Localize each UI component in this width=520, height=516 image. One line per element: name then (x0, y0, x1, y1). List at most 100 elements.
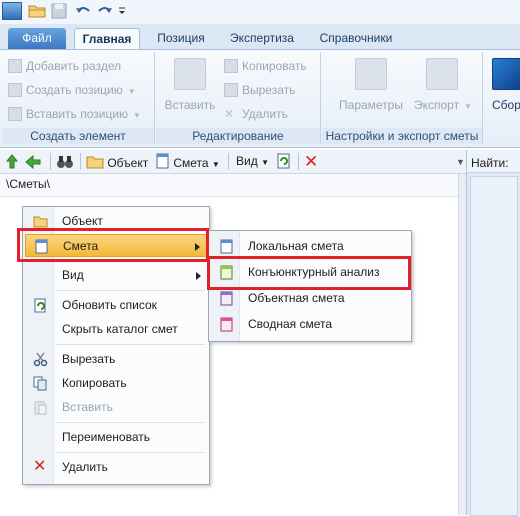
menu-item-label: Удалить (62, 460, 108, 474)
local-estimate-icon (220, 239, 233, 254)
menu-item-hide-catalog[interactable]: Скрыть каталог смет (25, 318, 207, 341)
ribbon: Добавить раздел Создать позицию ▼ Вставит… (0, 49, 520, 148)
submenu-item-object-estimate[interactable]: Объектная смета (211, 287, 409, 310)
save-icon[interactable] (50, 2, 68, 20)
chevron-down-icon: ▼ (261, 158, 269, 167)
submenu-arrow-icon (196, 272, 201, 280)
folder-icon (33, 216, 48, 228)
delete-label: Удалить (242, 107, 288, 121)
copy-icon (33, 376, 47, 391)
tab-position[interactable]: Позиция (146, 28, 216, 49)
create-position-icon (8, 83, 22, 97)
menu-item-copy[interactable]: Копировать (25, 372, 207, 395)
tab-references[interactable]: Справочники (310, 28, 402, 49)
delete-x-icon: ✕ (33, 458, 47, 475)
menu-item-label: Вставить (62, 400, 113, 414)
menu-item-paste[interactable]: Вставить (25, 396, 207, 419)
cut-label: Вырезать (242, 83, 296, 97)
undo-icon[interactable] (74, 2, 92, 20)
annotation-highlight-estimate (17, 228, 209, 262)
add-section-button[interactable]: Добавить раздел (8, 56, 121, 76)
export-button[interactable]: Экспорт ▼ (414, 56, 473, 112)
document-icon (156, 153, 169, 169)
toolbar-separator (50, 153, 51, 170)
cut-icon (224, 83, 238, 97)
redo-icon[interactable] (96, 2, 114, 20)
ribbon-group-create: Добавить раздел Создать позицию ▼ Вставит… (2, 52, 155, 145)
paste-button[interactable]: Вставить (162, 56, 218, 112)
toolbar-separator (298, 153, 299, 170)
submenu-item-summary-estimate[interactable]: Сводная смета (211, 313, 409, 336)
menu-item-label: Переименовать (62, 430, 150, 444)
menu-item-label: Скрыть каталог смет (62, 322, 178, 336)
menu-item-view[interactable]: Вид (25, 264, 207, 287)
delete-x-icon: ✕ (224, 107, 235, 121)
menu-item-refresh-list[interactable]: Обновить список (25, 294, 207, 317)
scissors-icon (33, 352, 48, 367)
refresh-icon[interactable] (276, 152, 292, 171)
tab-expertise[interactable]: Экспертиза (222, 28, 302, 49)
menu-item-cut[interactable]: Вырезать (25, 348, 207, 371)
view-dropdown[interactable]: Вид ▼ (236, 152, 269, 171)
menu-item-label: Обновить список (62, 298, 157, 312)
insert-position-label: Вставить позицию (26, 107, 129, 121)
menu-item-rename[interactable]: Переименовать (25, 426, 207, 449)
copy-icon (224, 59, 238, 73)
menu-separator (55, 290, 205, 291)
chevron-down-icon: ▼ (211, 160, 220, 169)
estimate-dropdown[interactable]: Смета ▼ (156, 152, 220, 171)
delete-x-icon[interactable]: ✕ (304, 152, 318, 171)
binoculars-icon[interactable] (56, 152, 74, 171)
ribbon-group-collection: Сбор (484, 52, 520, 145)
menu-separator (55, 422, 205, 423)
group-caption-settings: Настройки и экспорт сметы (322, 128, 482, 144)
delete-button-ribbon[interactable]: ✕ Удалить (224, 104, 288, 124)
submenu-item-local-estimate[interactable]: Локальная смета (211, 235, 409, 258)
menu-separator (55, 452, 205, 453)
insert-position-button[interactable]: Вставить позицию ▼ (8, 104, 141, 124)
add-section-icon (8, 59, 22, 73)
up-arrow-icon[interactable] (5, 152, 19, 171)
customize-dropdown-icon[interactable] (117, 2, 127, 20)
tab-home[interactable]: Главная (74, 28, 140, 50)
object-button-label: Объект (107, 156, 149, 170)
tab-file[interactable]: Файл (8, 28, 66, 49)
menu-item-label: Вид (62, 268, 84, 282)
collection-button[interactable]: Сбор (492, 56, 520, 112)
back-arrow-icon[interactable] (24, 152, 42, 171)
export-label: Экспорт (414, 98, 460, 112)
object-button[interactable]: Объект (86, 152, 148, 171)
submenu-item-label: Сводная смета (248, 317, 333, 331)
estimate-dropdown-label: Смета (173, 156, 209, 170)
menu-item-delete[interactable]: ✕ Удалить (25, 456, 207, 479)
folder-icon (86, 156, 104, 169)
ribbon-group-edit: Вставить Копировать Вырезать ✕ Удалить Ре… (156, 52, 321, 145)
panel-pin-icon[interactable]: ▼ (456, 157, 465, 167)
chevron-down-icon: ▼ (127, 87, 136, 96)
parameters-label: Параметры (339, 98, 403, 112)
copy-button[interactable]: Копировать (224, 56, 307, 76)
paste-icon (34, 401, 47, 415)
create-position-label: Создать позицию (26, 83, 123, 97)
find-label: Найти: (471, 156, 509, 170)
cut-button[interactable]: Вырезать (224, 80, 295, 100)
group-caption-create: Создать элемент (2, 128, 154, 144)
quick-access-toolbar (0, 0, 520, 25)
annotation-highlight-market-analysis (207, 256, 411, 290)
menu-separator (55, 344, 205, 345)
menu-item-label: Копировать (62, 376, 127, 390)
export-icon (426, 58, 458, 90)
submenu-item-label: Локальная смета (248, 239, 344, 253)
app-icon[interactable] (2, 2, 22, 20)
breadcrumb-bar: \Сметы\ (0, 174, 462, 197)
submenu-item-label: Объектная смета (248, 291, 345, 305)
view-dropdown-label: Вид (236, 154, 258, 168)
breadcrumb[interactable]: \Сметы\ (6, 177, 50, 191)
open-folder-icon[interactable] (28, 2, 46, 20)
catalog-toolbar: Объект Смета ▼ Вид ▼ ✕ (0, 150, 466, 174)
search-panel: Найти: (466, 150, 520, 516)
create-position-button[interactable]: Создать позицию ▼ (8, 80, 136, 100)
search-results-area[interactable] (470, 176, 518, 516)
chevron-down-icon: ▼ (464, 102, 473, 111)
parameters-button[interactable]: Параметры (332, 56, 410, 112)
